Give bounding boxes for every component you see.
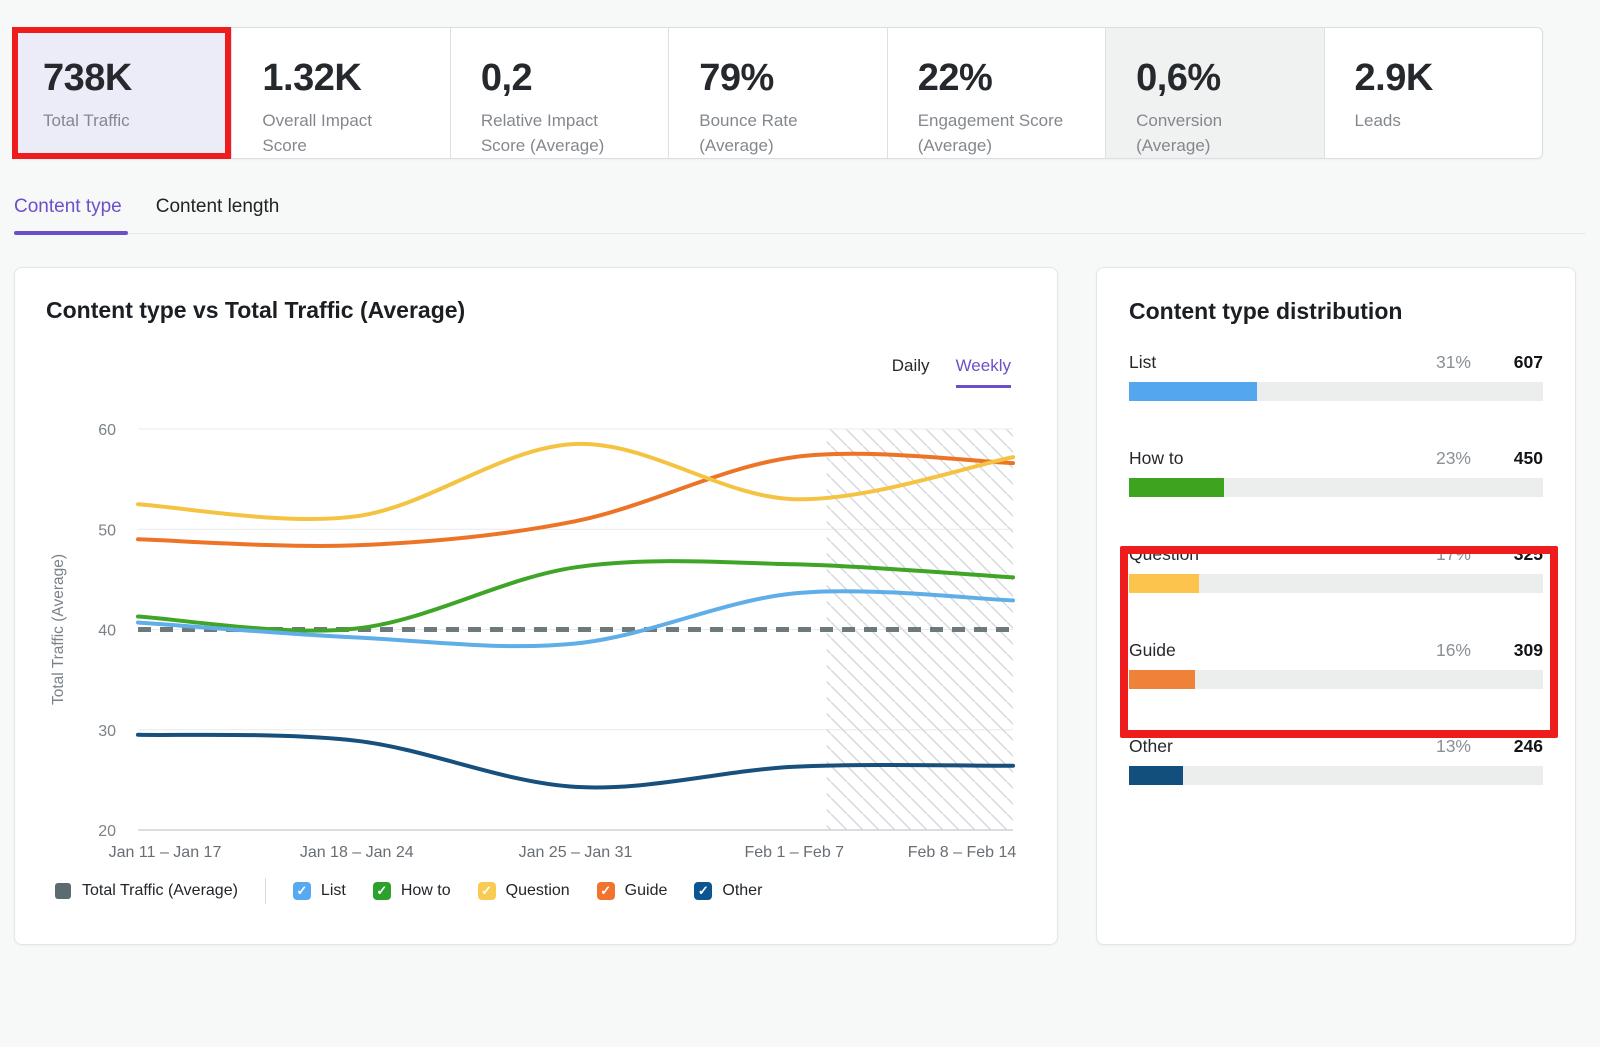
checkbox-icon[interactable]: ✓ xyxy=(478,882,496,900)
svg-text:Feb 8 – Feb 14: Feb 8 – Feb 14 xyxy=(908,844,1017,861)
distribution-row-line: Other13%246 xyxy=(1129,736,1543,762)
svg-text:Total Traffic (Average): Total Traffic (Average) xyxy=(50,554,67,705)
svg-text:40: 40 xyxy=(98,623,116,640)
legend-item-list[interactable]: ✓ List xyxy=(293,882,346,900)
toggle-daily[interactable]: Daily xyxy=(892,356,930,388)
legend-divider xyxy=(265,878,266,904)
legend-average: Total Traffic (Average) xyxy=(55,882,238,900)
svg-text:Jan 11 – Jan 17: Jan 11 – Jan 17 xyxy=(109,844,222,861)
distribution-row-line: How to23%450 xyxy=(1129,448,1543,474)
svg-text:60: 60 xyxy=(98,422,116,439)
distribution-bar-track xyxy=(1129,478,1543,497)
checkbox-icon[interactable]: ✓ xyxy=(293,882,311,900)
kpi-row: 738K Total Traffic 1.32K Overall Impact Sco… xyxy=(12,27,1543,159)
kpi-card-overall-impact-score[interactable]: 1.32K Overall Impact Score xyxy=(231,28,449,158)
kpi-card-conversion-average-[interactable]: 0,6% Conversion (Average) xyxy=(1105,28,1323,158)
kpi-value: 738K xyxy=(43,56,200,100)
tab-content-length[interactable]: Content length xyxy=(156,196,282,233)
average-swatch xyxy=(55,883,71,899)
kpi-value: 0,6% xyxy=(1136,56,1293,100)
svg-text:Jan 18 – Jan 24: Jan 18 – Jan 24 xyxy=(300,844,414,861)
kpi-label: Bounce Rate (Average) xyxy=(699,108,856,158)
kpi-label: Relative Impact Score (Average) xyxy=(481,108,638,158)
svg-text:50: 50 xyxy=(98,522,116,539)
granularity-toggle: Daily Weekly xyxy=(892,356,1011,388)
svg-text:Jan 25 – Jan 31: Jan 25 – Jan 31 xyxy=(519,844,633,861)
kpi-value: 79% xyxy=(699,56,856,100)
kpi-label: Engagement Score (Average) xyxy=(918,108,1075,158)
kpi-card-bounce-rate-average-[interactable]: 79% Bounce Rate (Average) xyxy=(668,28,886,158)
distribution-label: List xyxy=(1129,352,1411,373)
kpi-card-leads[interactable]: 2.9K Leads xyxy=(1324,28,1542,158)
kpi-label: Overall Impact Score xyxy=(262,108,419,158)
highlight-box-question-guide xyxy=(1120,546,1558,738)
legend-item-label: List xyxy=(321,882,346,900)
legend-item-guide[interactable]: ✓ Guide xyxy=(597,882,668,900)
chart-card: Content type vs Total Traffic (Average) … xyxy=(14,267,1058,945)
content-tabs: Content type Content length xyxy=(14,196,1586,234)
legend-item-label: How to xyxy=(401,882,451,900)
distribution-label: How to xyxy=(1129,448,1411,469)
distribution-bar-track xyxy=(1129,382,1543,401)
distribution-row-how-to: How to23%450 xyxy=(1129,448,1543,497)
checkbox-icon[interactable]: ✓ xyxy=(597,882,615,900)
kpi-card-engagement-score-average-[interactable]: 22% Engagement Score (Average) xyxy=(887,28,1105,158)
legend-item-label: Other xyxy=(722,882,762,900)
checkbox-icon[interactable]: ✓ xyxy=(373,882,391,900)
kpi-card-relative-impact-score-average-[interactable]: 0,2 Relative Impact Score (Average) xyxy=(450,28,668,158)
distribution-row-other: Other13%246 xyxy=(1129,736,1543,785)
tab-content-type[interactable]: Content type xyxy=(14,196,124,233)
legend-item-label: Guide xyxy=(625,882,668,900)
legend-average-label: Total Traffic (Average) xyxy=(82,882,238,900)
legend-item-question[interactable]: ✓ Question xyxy=(478,882,570,900)
distribution-value: 246 xyxy=(1471,736,1543,757)
kpi-label: Conversion (Average) xyxy=(1136,108,1293,158)
legend-item-how-to[interactable]: ✓ How to xyxy=(373,882,451,900)
kpi-value: 2.9K xyxy=(1355,56,1512,100)
chart-legend: Total Traffic (Average) ✓ List ✓ How to ✓ Ques… xyxy=(55,876,762,906)
dashboard-page: 738K Total Traffic 1.32K Overall Impact Sco… xyxy=(0,27,1600,1047)
kpi-card-total-traffic[interactable]: 738K Total Traffic xyxy=(12,27,231,159)
kpi-value: 22% xyxy=(918,56,1075,100)
distribution-value: 450 xyxy=(1471,448,1543,469)
distribution-value: 607 xyxy=(1471,352,1543,373)
checkbox-icon[interactable]: ✓ xyxy=(694,882,712,900)
distribution-row-line: List31%607 xyxy=(1129,352,1543,378)
distribution-label: Other xyxy=(1129,736,1411,757)
legend-item-other[interactable]: ✓ Other xyxy=(694,882,762,900)
line-chart: 60 50 40 30 20 Total Traffic (Average) Jan 11 … xyxy=(15,398,1059,878)
kpi-label: Leads xyxy=(1355,108,1512,133)
toggle-weekly[interactable]: Weekly xyxy=(956,356,1011,388)
distribution-title: Content type distribution xyxy=(1129,298,1543,325)
svg-text:30: 30 xyxy=(98,723,116,740)
distribution-row-list: List31%607 xyxy=(1129,352,1543,401)
kpi-label: Total Traffic xyxy=(43,108,200,133)
distribution-percent: 13% xyxy=(1411,736,1471,757)
distribution-bar-fill xyxy=(1129,766,1183,785)
distribution-bar-track xyxy=(1129,766,1543,785)
distribution-percent: 23% xyxy=(1411,448,1471,469)
distribution-bar-fill xyxy=(1129,382,1257,401)
svg-text:Feb 1 – Feb 7: Feb 1 – Feb 7 xyxy=(744,844,844,861)
legend-item-label: Question xyxy=(506,882,570,900)
distribution-bar-fill xyxy=(1129,478,1224,497)
kpi-value: 1.32K xyxy=(262,56,419,100)
svg-text:20: 20 xyxy=(98,823,116,840)
kpi-value: 0,2 xyxy=(481,56,638,100)
distribution-percent: 31% xyxy=(1411,352,1471,373)
chart-title: Content type vs Total Traffic (Average) xyxy=(46,297,465,324)
main-cards: Content type vs Total Traffic (Average) … xyxy=(14,267,1600,945)
distribution-card: Content type distribution List31%607 How … xyxy=(1096,267,1576,945)
